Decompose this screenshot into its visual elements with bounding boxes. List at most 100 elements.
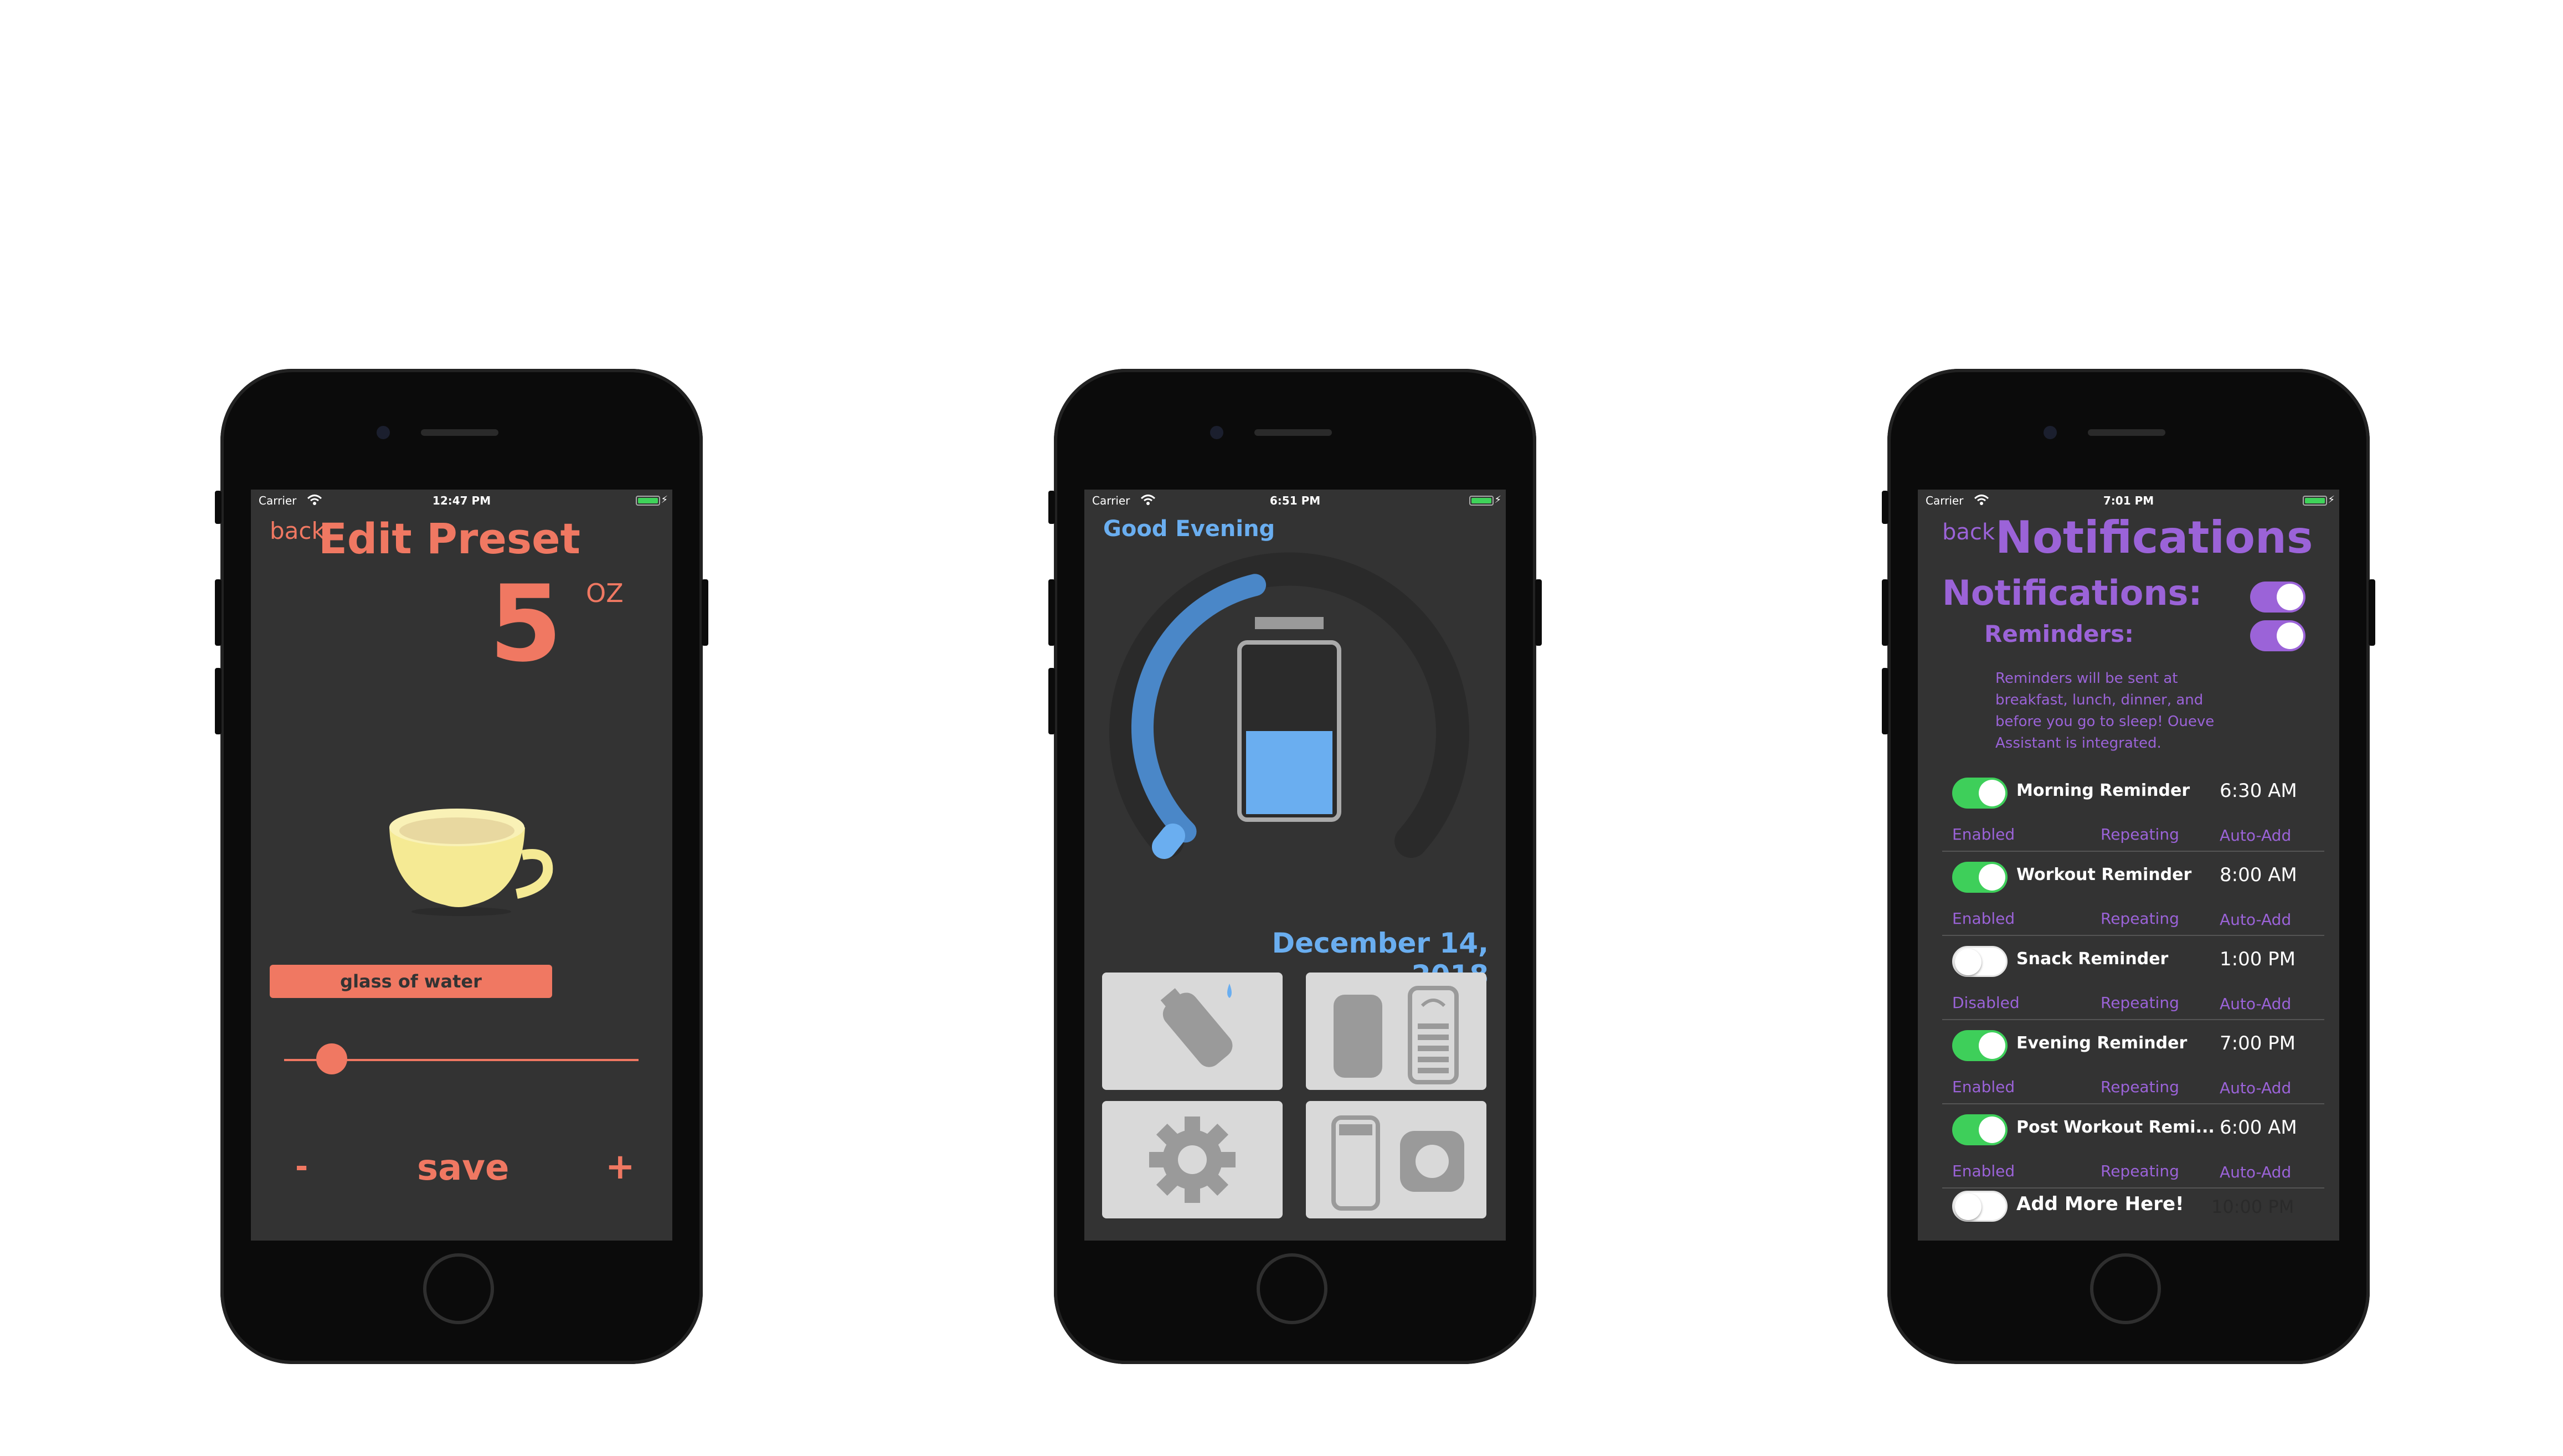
volume-down-button bbox=[215, 668, 222, 734]
phone-and-bottle-icon bbox=[1331, 1115, 1464, 1211]
slider-knob[interactable] bbox=[316, 1043, 348, 1074]
row-divider bbox=[1942, 851, 2324, 852]
add-more-time: 10:00 PM bbox=[2211, 1196, 2294, 1217]
volume-down-button bbox=[1882, 668, 1888, 734]
decrease-button[interactable]: - bbox=[295, 1149, 308, 1185]
power-button bbox=[1535, 579, 1542, 646]
volume-down-button bbox=[1048, 668, 1055, 734]
mute-switch bbox=[1882, 491, 1888, 524]
reminder-repeat[interactable]: Repeating bbox=[2101, 1162, 2179, 1180]
save-button[interactable]: save bbox=[417, 1148, 509, 1189]
reminder-status: Enabled bbox=[1952, 1078, 2015, 1096]
back-link[interactable]: back bbox=[1942, 519, 1995, 545]
reminder-repeat[interactable]: Repeating bbox=[2101, 909, 2179, 928]
reminder-toggle[interactable] bbox=[1952, 778, 2008, 809]
reminder-time[interactable]: 7:00 PM bbox=[2220, 1032, 2296, 1054]
reminder-auto-add[interactable]: Auto-Add bbox=[2220, 995, 2291, 1013]
gear-icon bbox=[1149, 1117, 1236, 1203]
add-more-toggle[interactable] bbox=[1952, 1191, 2008, 1222]
reminder-toggle[interactable] bbox=[1952, 1030, 2008, 1061]
volume-up-button bbox=[1882, 579, 1888, 646]
phone-dashboard: Carrier 6:51 PM ⚡ Good Evening December … bbox=[1048, 369, 1542, 1364]
earpiece-speaker bbox=[421, 429, 498, 436]
add-more-label[interactable]: Add More Here! bbox=[2016, 1193, 2184, 1215]
water-bottle-drop-icon bbox=[1160, 984, 1233, 1067]
add-water-tile[interactable] bbox=[1102, 973, 1283, 1090]
row-divider bbox=[1942, 1187, 2324, 1189]
reminders-description: Reminders will be sent at breakfast, lun… bbox=[1995, 670, 2215, 752]
preset-name-field[interactable]: glass of water bbox=[270, 965, 552, 998]
reminder-time[interactable]: 6:30 AM bbox=[2220, 780, 2297, 802]
reminder-repeat[interactable]: Repeating bbox=[2101, 825, 2179, 843]
reminder-auto-add[interactable]: Auto-Add bbox=[2220, 1163, 2291, 1181]
front-camera bbox=[377, 426, 390, 439]
amount-slider[interactable] bbox=[284, 1043, 639, 1077]
reminder-toggle[interactable] bbox=[1952, 1114, 2008, 1145]
bolt-icon: ⚡ bbox=[661, 494, 668, 506]
screen: Carrier 6:51 PM ⚡ Good Evening December … bbox=[1084, 490, 1506, 1241]
reminder-row: Snack Reminder 1:00 PM Disabled Repeating Au… bbox=[1918, 946, 2339, 1030]
battery-level-icon bbox=[1237, 617, 1341, 822]
progress-ring bbox=[1109, 552, 1469, 859]
reminder-status: Enabled bbox=[1952, 1162, 2015, 1180]
device-tile[interactable] bbox=[1306, 1101, 1486, 1218]
presets-tile[interactable] bbox=[1306, 973, 1486, 1090]
battery-charging-icon bbox=[1469, 496, 1494, 506]
front-camera bbox=[2044, 426, 2057, 439]
battery-charging-icon bbox=[636, 496, 660, 506]
reminder-row: Evening Reminder 7:00 PM Enabled Repeating A… bbox=[1918, 1030, 2339, 1114]
screen: Carrier 12:47 PM ⚡ back Edit Preset 5 OZ… bbox=[251, 490, 672, 1241]
power-button bbox=[702, 579, 708, 646]
row-divider bbox=[1942, 1019, 2324, 1020]
reminder-toggle[interactable] bbox=[1952, 862, 2008, 893]
status-time: 6:51 PM bbox=[1269, 494, 1321, 507]
mute-switch bbox=[1048, 491, 1055, 524]
reminder-time[interactable]: 8:00 AM bbox=[2220, 864, 2297, 886]
volume-up-button bbox=[215, 579, 222, 646]
increase-button[interactable]: + bbox=[605, 1146, 635, 1187]
reminder-name[interactable]: Morning Reminder bbox=[2016, 781, 2190, 800]
earpiece-speaker bbox=[1254, 429, 1332, 436]
reminder-repeat[interactable]: Repeating bbox=[2101, 1078, 2179, 1096]
reminder-name[interactable]: Post Workout Remi... bbox=[2016, 1118, 2215, 1137]
home-button[interactable] bbox=[2090, 1253, 2161, 1324]
page-title: Edit Preset bbox=[318, 514, 580, 563]
status-time: 7:01 PM bbox=[2103, 494, 2154, 507]
reminder-name[interactable]: Snack Reminder bbox=[2016, 949, 2168, 969]
bottle-and-list-icon bbox=[1334, 986, 1459, 1084]
status-bar: Carrier 12:47 PM ⚡ bbox=[251, 490, 672, 512]
reminder-status: Enabled bbox=[1952, 825, 2015, 843]
row-divider bbox=[1942, 1103, 2324, 1104]
reminder-name[interactable]: Workout Reminder bbox=[2016, 865, 2191, 884]
reminder-name[interactable]: Evening Reminder bbox=[2016, 1033, 2187, 1053]
settings-tile[interactable] bbox=[1102, 1101, 1283, 1218]
notifications-label: Notifications: bbox=[1942, 573, 2202, 613]
mute-switch bbox=[215, 491, 222, 524]
reminder-row: Post Workout Remi... 6:00 AM Enabled Repeat… bbox=[1918, 1114, 2339, 1198]
home-button[interactable] bbox=[423, 1253, 494, 1324]
reminder-toggle[interactable] bbox=[1952, 946, 2008, 977]
status-time: 12:47 PM bbox=[432, 494, 491, 507]
status-bar: Carrier 6:51 PM ⚡ bbox=[1084, 490, 1506, 512]
earpiece-speaker bbox=[2088, 429, 2165, 436]
reminder-repeat[interactable]: Repeating bbox=[2101, 994, 2179, 1012]
reminder-status: Disabled bbox=[1952, 994, 2020, 1012]
bolt-icon: ⚡ bbox=[2328, 494, 2335, 506]
reminder-time[interactable]: 1:00 PM bbox=[2220, 948, 2296, 970]
back-link[interactable]: back bbox=[270, 517, 325, 544]
reminders-toggle[interactable] bbox=[2250, 620, 2305, 651]
preset-name-text: glass of water bbox=[340, 971, 482, 992]
home-button[interactable] bbox=[1257, 1253, 1327, 1324]
greeting: Good Evening bbox=[1103, 516, 1275, 542]
reminder-auto-add[interactable]: Auto-Add bbox=[2220, 1079, 2291, 1097]
notifications-toggle[interactable] bbox=[2250, 582, 2305, 613]
amount-value: 5 bbox=[489, 563, 563, 685]
teacup-icon bbox=[389, 809, 553, 916]
phone-notifications: Carrier 7:01 PM ⚡ back Notifications Not… bbox=[1882, 369, 2375, 1364]
status-bar: Carrier 7:01 PM ⚡ bbox=[1918, 490, 2339, 512]
reminder-row: Morning Reminder 6:30 AM Enabled Repeating A… bbox=[1918, 778, 2339, 862]
reminder-time[interactable]: 6:00 AM bbox=[2220, 1117, 2297, 1139]
reminder-auto-add[interactable]: Auto-Add bbox=[2220, 910, 2291, 929]
row-divider bbox=[1942, 935, 2324, 936]
reminder-auto-add[interactable]: Auto-Add bbox=[2220, 826, 2291, 845]
